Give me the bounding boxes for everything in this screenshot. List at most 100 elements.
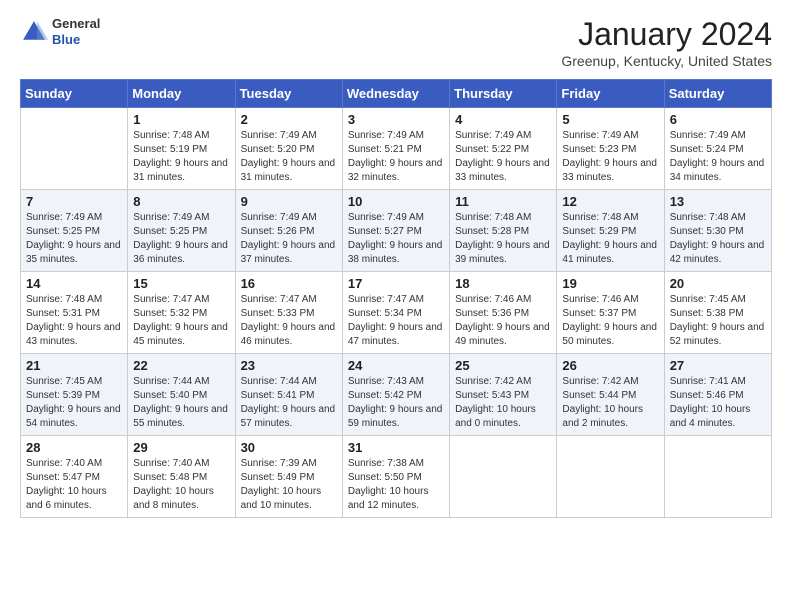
- cell-info: Sunrise: 7:48 AM Sunset: 5:30 PM Dayligh…: [670, 211, 766, 267]
- calendar-table: SundayMondayTuesdayWednesdayThursdayFrid…: [20, 79, 772, 518]
- day-number: 23: [241, 358, 337, 373]
- day-number: 22: [133, 358, 229, 373]
- cell-info: Sunrise: 7:49 AM Sunset: 5:20 PM Dayligh…: [241, 129, 337, 185]
- cell-info: Sunrise: 7:42 AM Sunset: 5:44 PM Dayligh…: [562, 375, 658, 431]
- calendar-cell: 28 Sunrise: 7:40 AM Sunset: 5:47 PM Dayli…: [21, 436, 128, 518]
- calendar-cell: 8 Sunrise: 7:49 AM Sunset: 5:25 PM Daylig…: [128, 190, 235, 272]
- calendar-cell: 22 Sunrise: 7:44 AM Sunset: 5:40 PM Dayli…: [128, 354, 235, 436]
- cell-info: Sunrise: 7:48 AM Sunset: 5:28 PM Dayligh…: [455, 211, 551, 267]
- day-number: 13: [670, 194, 766, 209]
- weekday-header-row: SundayMondayTuesdayWednesdayThursdayFrid…: [21, 80, 772, 108]
- calendar-cell: 5Sunrise: 7:49 AM Sunset: 5:23 PM Daylig…: [557, 108, 664, 190]
- weekday-header-saturday: Saturday: [664, 80, 771, 108]
- cell-info: Sunrise: 7:41 AM Sunset: 5:46 PM Dayligh…: [670, 375, 766, 431]
- cell-info: Sunrise: 7:49 AM Sunset: 5:27 PM Dayligh…: [348, 211, 444, 267]
- calendar-cell: 12Sunrise: 7:48 AM Sunset: 5:29 PM Dayli…: [557, 190, 664, 272]
- calendar-cell: 10 Sunrise: 7:49 AM Sunset: 5:27 PM Dayli…: [342, 190, 449, 272]
- cell-info: Sunrise: 7:48 AM Sunset: 5:31 PM Dayligh…: [26, 293, 122, 349]
- calendar-week-row: 7 Sunrise: 7:49 AM Sunset: 5:25 PM Daylig…: [21, 190, 772, 272]
- cell-info: Sunrise: 7:44 AM Sunset: 5:40 PM Dayligh…: [133, 375, 229, 431]
- day-number: 27: [670, 358, 766, 373]
- cell-info: Sunrise: 7:47 AM Sunset: 5:34 PM Dayligh…: [348, 293, 444, 349]
- calendar-cell: 13 Sunrise: 7:48 AM Sunset: 5:30 PM Dayli…: [664, 190, 771, 272]
- page-header: General Blue January 2024 Greenup, Kentu…: [20, 16, 772, 69]
- day-number: 19: [562, 276, 658, 291]
- day-number: 18: [455, 276, 551, 291]
- day-number: 28: [26, 440, 122, 455]
- day-number: 8: [133, 194, 229, 209]
- calendar-cell: 4 Sunrise: 7:49 AM Sunset: 5:22 PM Daylig…: [450, 108, 557, 190]
- calendar-cell: 16 Sunrise: 7:47 AM Sunset: 5:33 PM Dayli…: [235, 272, 342, 354]
- cell-info: Sunrise: 7:46 AM Sunset: 5:36 PM Dayligh…: [455, 293, 551, 349]
- day-number: 30: [241, 440, 337, 455]
- logo-icon: [20, 18, 48, 46]
- calendar-cell: 9 Sunrise: 7:49 AM Sunset: 5:26 PM Daylig…: [235, 190, 342, 272]
- calendar-week-row: 21Sunrise: 7:45 AM Sunset: 5:39 PM Dayli…: [21, 354, 772, 436]
- calendar-cell: 11 Sunrise: 7:48 AM Sunset: 5:28 PM Dayli…: [450, 190, 557, 272]
- day-number: 3: [348, 112, 444, 127]
- cell-info: Sunrise: 7:40 AM Sunset: 5:48 PM Dayligh…: [133, 457, 229, 513]
- cell-info: Sunrise: 7:49 AM Sunset: 5:21 PM Dayligh…: [348, 129, 444, 185]
- location-subtitle: Greenup, Kentucky, United States: [561, 53, 772, 69]
- calendar-cell: 20Sunrise: 7:45 AM Sunset: 5:38 PM Dayli…: [664, 272, 771, 354]
- cell-info: Sunrise: 7:38 AM Sunset: 5:50 PM Dayligh…: [348, 457, 444, 513]
- day-number: 6: [670, 112, 766, 127]
- calendar-cell: [557, 436, 664, 518]
- cell-info: Sunrise: 7:49 AM Sunset: 5:22 PM Dayligh…: [455, 129, 551, 185]
- calendar-cell: 29Sunrise: 7:40 AM Sunset: 5:48 PM Dayli…: [128, 436, 235, 518]
- calendar-cell: 7 Sunrise: 7:49 AM Sunset: 5:25 PM Daylig…: [21, 190, 128, 272]
- calendar-week-row: 14 Sunrise: 7:48 AM Sunset: 5:31 PM Dayli…: [21, 272, 772, 354]
- day-number: 10: [348, 194, 444, 209]
- calendar-cell: 18 Sunrise: 7:46 AM Sunset: 5:36 PM Dayli…: [450, 272, 557, 354]
- day-number: 4: [455, 112, 551, 127]
- day-number: 1: [133, 112, 229, 127]
- weekday-header-friday: Friday: [557, 80, 664, 108]
- weekday-header-sunday: Sunday: [21, 80, 128, 108]
- weekday-header-monday: Monday: [128, 80, 235, 108]
- calendar-cell: 25Sunrise: 7:42 AM Sunset: 5:43 PM Dayli…: [450, 354, 557, 436]
- calendar-cell: [664, 436, 771, 518]
- calendar-cell: 21Sunrise: 7:45 AM Sunset: 5:39 PM Dayli…: [21, 354, 128, 436]
- cell-info: Sunrise: 7:46 AM Sunset: 5:37 PM Dayligh…: [562, 293, 658, 349]
- calendar-cell: 30Sunrise: 7:39 AM Sunset: 5:49 PM Dayli…: [235, 436, 342, 518]
- logo-general: General: [52, 16, 100, 32]
- cell-info: Sunrise: 7:49 AM Sunset: 5:24 PM Dayligh…: [670, 129, 766, 185]
- day-number: 14: [26, 276, 122, 291]
- day-number: 12: [562, 194, 658, 209]
- calendar-cell: [21, 108, 128, 190]
- weekday-header-thursday: Thursday: [450, 80, 557, 108]
- cell-info: Sunrise: 7:47 AM Sunset: 5:33 PM Dayligh…: [241, 293, 337, 349]
- calendar-cell: 26Sunrise: 7:42 AM Sunset: 5:44 PM Dayli…: [557, 354, 664, 436]
- calendar-cell: 14 Sunrise: 7:48 AM Sunset: 5:31 PM Dayli…: [21, 272, 128, 354]
- cell-info: Sunrise: 7:43 AM Sunset: 5:42 PM Dayligh…: [348, 375, 444, 431]
- cell-info: Sunrise: 7:49 AM Sunset: 5:26 PM Dayligh…: [241, 211, 337, 267]
- calendar-cell: 24 Sunrise: 7:43 AM Sunset: 5:42 PM Dayli…: [342, 354, 449, 436]
- day-number: 9: [241, 194, 337, 209]
- cell-info: Sunrise: 7:45 AM Sunset: 5:39 PM Dayligh…: [26, 375, 122, 431]
- cell-info: Sunrise: 7:40 AM Sunset: 5:47 PM Dayligh…: [26, 457, 122, 513]
- day-number: 15: [133, 276, 229, 291]
- cell-info: Sunrise: 7:48 AM Sunset: 5:19 PM Dayligh…: [133, 129, 229, 185]
- cell-info: Sunrise: 7:49 AM Sunset: 5:25 PM Dayligh…: [133, 211, 229, 267]
- calendar-week-row: 1 Sunrise: 7:48 AM Sunset: 5:19 PM Daylig…: [21, 108, 772, 190]
- cell-info: Sunrise: 7:42 AM Sunset: 5:43 PM Dayligh…: [455, 375, 551, 431]
- day-number: 31: [348, 440, 444, 455]
- day-number: 24: [348, 358, 444, 373]
- cell-info: Sunrise: 7:49 AM Sunset: 5:23 PM Dayligh…: [562, 129, 658, 185]
- calendar-cell: 17 Sunrise: 7:47 AM Sunset: 5:34 PM Dayli…: [342, 272, 449, 354]
- calendar-cell: 19 Sunrise: 7:46 AM Sunset: 5:37 PM Dayli…: [557, 272, 664, 354]
- calendar-cell: [450, 436, 557, 518]
- day-number: 20: [670, 276, 766, 291]
- calendar-cell: 23 Sunrise: 7:44 AM Sunset: 5:41 PM Dayli…: [235, 354, 342, 436]
- calendar-cell: 3 Sunrise: 7:49 AM Sunset: 5:21 PM Daylig…: [342, 108, 449, 190]
- day-number: 11: [455, 194, 551, 209]
- calendar-cell: 1 Sunrise: 7:48 AM Sunset: 5:19 PM Daylig…: [128, 108, 235, 190]
- calendar-cell: 15Sunrise: 7:47 AM Sunset: 5:32 PM Dayli…: [128, 272, 235, 354]
- day-number: 16: [241, 276, 337, 291]
- cell-info: Sunrise: 7:49 AM Sunset: 5:25 PM Dayligh…: [26, 211, 122, 267]
- day-number: 17: [348, 276, 444, 291]
- day-number: 7: [26, 194, 122, 209]
- calendar-cell: 6 Sunrise: 7:49 AM Sunset: 5:24 PM Daylig…: [664, 108, 771, 190]
- cell-info: Sunrise: 7:44 AM Sunset: 5:41 PM Dayligh…: [241, 375, 337, 431]
- logo-text: General Blue: [52, 16, 100, 47]
